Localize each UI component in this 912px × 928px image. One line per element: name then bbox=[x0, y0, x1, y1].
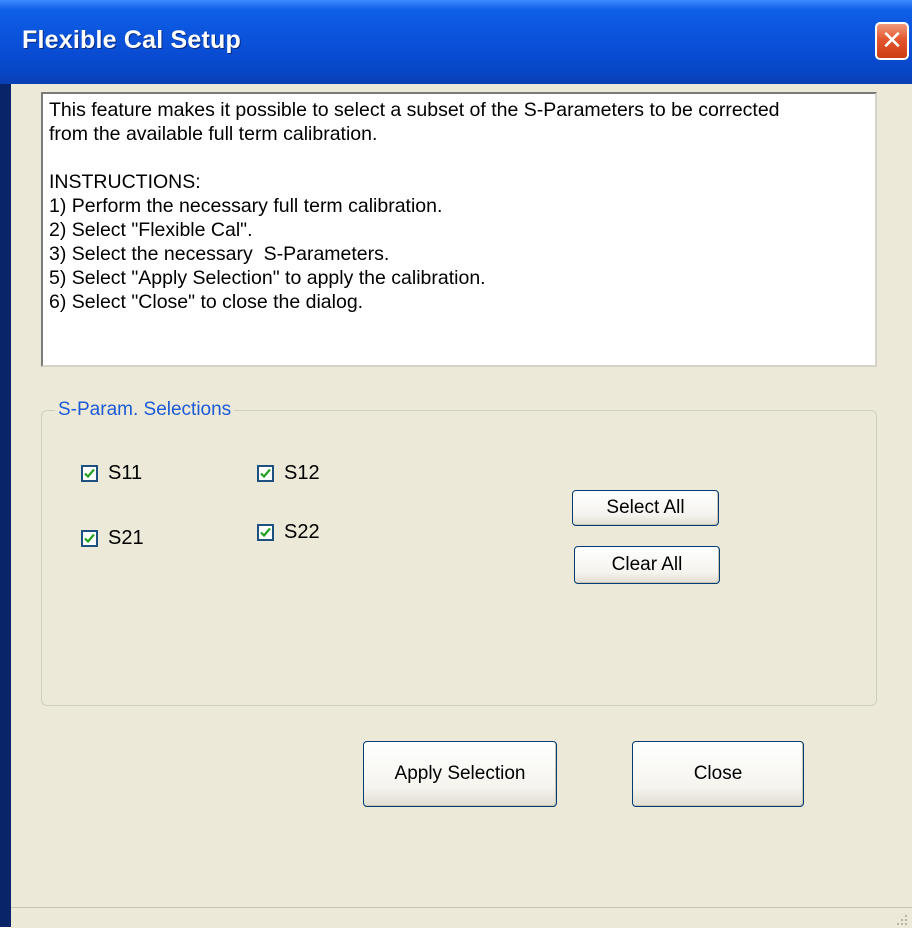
status-bar bbox=[11, 907, 912, 928]
checkmark-icon bbox=[260, 468, 271, 479]
checkbox-s12[interactable]: S12 bbox=[257, 462, 320, 485]
dialog-body: This feature makes it possible to select… bbox=[11, 84, 912, 928]
resize-grip-icon[interactable] bbox=[894, 912, 908, 926]
checkbox-s11[interactable]: S11 bbox=[81, 462, 142, 485]
clear-all-button[interactable]: Clear All bbox=[574, 546, 720, 584]
title-bar[interactable]: Flexible Cal Setup ✕ bbox=[0, 0, 912, 84]
checkbox-label: S11 bbox=[108, 462, 143, 484]
checkbox-box[interactable] bbox=[257, 524, 274, 541]
s-param-selections-group bbox=[41, 410, 877, 706]
checkbox-label: S22 bbox=[284, 521, 320, 543]
checkbox-box[interactable] bbox=[81, 465, 98, 482]
checkmark-icon bbox=[84, 468, 95, 479]
checkbox-box[interactable] bbox=[81, 530, 98, 547]
close-icon: ✕ bbox=[881, 25, 903, 55]
checkmark-icon bbox=[84, 533, 95, 544]
window-title: Flexible Cal Setup bbox=[22, 26, 241, 54]
close-window-button[interactable]: ✕ bbox=[875, 22, 909, 60]
checkmark-icon bbox=[260, 527, 271, 538]
checkbox-label: S21 bbox=[108, 527, 144, 549]
checkbox-s22[interactable]: S22 bbox=[257, 521, 320, 544]
dialog-window: Flexible Cal Setup ✕ This feature makes … bbox=[0, 0, 912, 928]
instructions-textbox[interactable]: This feature makes it possible to select… bbox=[41, 92, 877, 367]
checkbox-label: S12 bbox=[284, 462, 320, 484]
close-button[interactable]: Close bbox=[632, 741, 804, 807]
select-all-button[interactable]: Select All bbox=[572, 490, 719, 526]
group-label: S-Param. Selections bbox=[55, 399, 235, 421]
checkbox-s21[interactable]: S21 bbox=[81, 527, 144, 550]
checkbox-box[interactable] bbox=[257, 465, 274, 482]
apply-selection-button[interactable]: Apply Selection bbox=[363, 741, 557, 807]
